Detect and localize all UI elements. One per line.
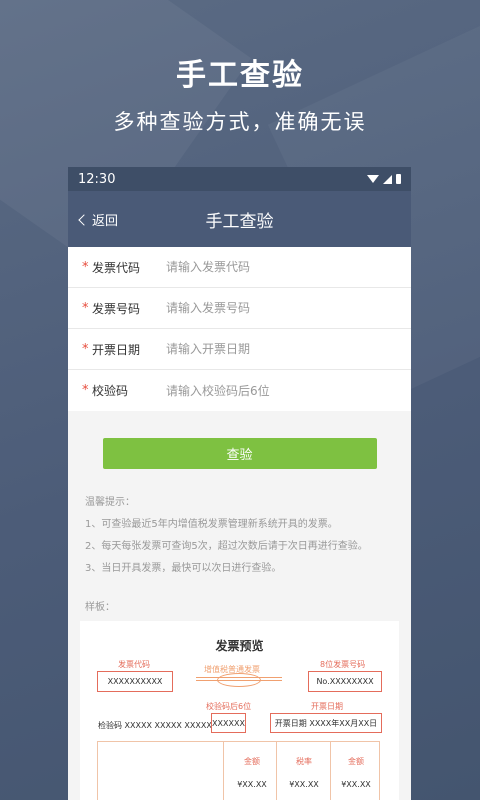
invoice-number-input[interactable] — [166, 301, 366, 315]
nav-bar: 返回 手工查验 — [68, 191, 411, 247]
invoice-code-input[interactable] — [166, 260, 366, 274]
sample-check-code-line: 检验码 XXXXX XXXXX XXXXX — [98, 721, 212, 730]
form-row-check-code: * 校验码 — [68, 370, 411, 411]
sample-invoice-number-label: 8位发票号码 — [320, 660, 366, 669]
field-label: 校验码 — [92, 384, 129, 398]
chevron-left-icon — [78, 213, 90, 226]
required-mark: * — [82, 259, 89, 275]
sample-date-box: 开票日期 XXXX年XX月XX日 — [270, 713, 382, 733]
required-mark: * — [82, 341, 89, 357]
form-row-issue-date: * 开票日期 — [68, 329, 411, 370]
status-icons — [367, 174, 401, 184]
sample-title: 发票预览 — [215, 639, 264, 653]
form-row-invoice-number: * 发票号码 — [68, 288, 411, 329]
field-label: 发票代码 — [92, 260, 141, 275]
sample-invoice-number-box: No.XXXXXXXX — [308, 671, 382, 692]
sample-label: 样板： — [85, 602, 115, 613]
tips-section: 温馨提示： 1、可查验最近5年内增值税发票管理新系统开具的发票。 2、每天每张发… — [68, 469, 411, 580]
sample-column-head: 金额 — [244, 757, 260, 766]
stamp-icon — [217, 673, 261, 687]
tips-heading: 温馨提示： — [85, 497, 135, 508]
verify-form: * 发票代码 * 发票号码 * 开票日期 * 校验码 — [68, 247, 411, 411]
sample-check-code-box: XXXXXX — [211, 713, 246, 733]
required-mark: * — [82, 383, 89, 398]
status-bar: 12:30 — [68, 167, 411, 191]
hero-subtitle: 多种查验方式，准确无误 — [113, 110, 367, 134]
phone-screen: 12:30 返回 手工查验 * 发票代码 * 发票号码 * 开票日期 — [68, 167, 411, 800]
sample-table: 金额 ¥XX.XX 税率 ¥XX.XX 金额 ¥XX.XX — [97, 741, 380, 800]
sample-column-head: 金额 — [348, 757, 364, 766]
sample-column: 税率 ¥XX.XX — [276, 742, 319, 800]
issue-date-input[interactable] — [166, 342, 366, 356]
tip-item: 2、每天每张发票可查询5次，超过次数后请于次日再进行查验。 — [85, 541, 368, 552]
sample-column-value: ¥XX.XX — [237, 780, 267, 789]
sample-invoice-code-label: 发票代码 — [118, 660, 150, 669]
back-button[interactable]: 返回 — [78, 191, 119, 247]
sample-date-label: 开票日期 — [311, 702, 343, 711]
tip-item: 3、当日开具发票，最快可以次日进行查验。 — [85, 563, 282, 574]
sample-column: 金额 ¥XX.XX — [223, 742, 267, 800]
field-label: 开票日期 — [92, 342, 141, 357]
sample-check-code-hint: 校验码后6位 — [206, 702, 252, 711]
field-label: 发票号码 — [92, 301, 141, 316]
status-time: 12:30 — [78, 171, 116, 187]
wifi-icon — [367, 175, 379, 183]
form-row-invoice-code: * 发票代码 — [68, 247, 411, 288]
invoice-sample: 发票预览 发票代码 XXXXXXXXXX 增值税普通发票 8位发票号码 No.X… — [80, 621, 399, 800]
sample-invoice-code-box: XXXXXXXXXX — [97, 671, 173, 692]
verify-button[interactable]: 查验 — [102, 438, 377, 469]
battery-icon — [396, 174, 401, 184]
tip-item: 1、可查验最近5年内增值税发票管理新系统开具的发票。 — [85, 519, 338, 530]
check-code-input[interactable] — [166, 383, 366, 398]
sample-column-head: 税率 — [296, 757, 312, 766]
sample-column-value: ¥XX.XX — [289, 780, 319, 789]
sample-column: 金额 ¥XX.XX — [330, 742, 371, 800]
signal-icon — [383, 174, 392, 184]
hero-title: 手工查验 — [176, 58, 304, 93]
page-title: 手工查验 — [205, 211, 274, 232]
required-mark: * — [82, 300, 89, 316]
sample-column-value: ¥XX.XX — [341, 780, 371, 789]
back-label: 返回 — [92, 213, 119, 229]
